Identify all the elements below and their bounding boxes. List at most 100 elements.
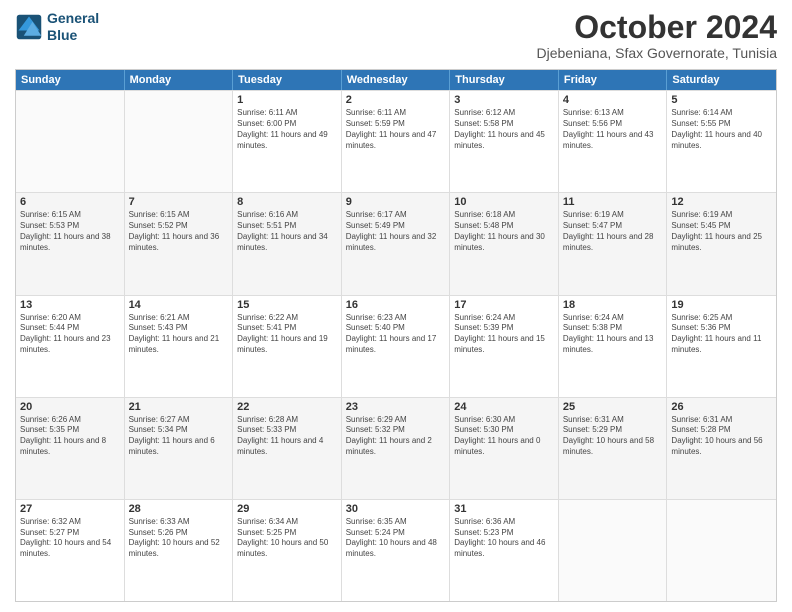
title-block: October 2024 Djebeniana, Sfax Governorat… — [537, 10, 777, 61]
day-number: 31 — [454, 503, 554, 515]
day-number: 26 — [671, 401, 772, 413]
header-day-wednesday: Wednesday — [342, 70, 451, 90]
cell-info: Sunrise: 6:19 AMSunset: 5:47 PMDaylight:… — [563, 210, 663, 253]
cell-info: Sunrise: 6:12 AMSunset: 5:58 PMDaylight:… — [454, 108, 554, 151]
day-number: 12 — [671, 196, 772, 208]
day-number: 1 — [237, 94, 337, 106]
header-day-saturday: Saturday — [667, 70, 776, 90]
cell-info: Sunrise: 6:19 AMSunset: 5:45 PMDaylight:… — [671, 210, 772, 253]
day-number: 17 — [454, 299, 554, 311]
logo-text: General Blue — [47, 10, 99, 44]
day-number: 9 — [346, 196, 446, 208]
cell-info: Sunrise: 6:25 AMSunset: 5:36 PMDaylight:… — [671, 313, 772, 356]
subtitle: Djebeniana, Sfax Governorate, Tunisia — [537, 45, 777, 61]
day-number: 20 — [20, 401, 120, 413]
day-number: 16 — [346, 299, 446, 311]
day-number: 11 — [563, 196, 663, 208]
cal-cell-26: 26 Sunrise: 6:31 AMSunset: 5:28 PMDayligh… — [667, 398, 776, 499]
cal-cell-empty-4-6 — [667, 500, 776, 601]
cal-cell-31: 31Sunrise: 6:36 AMSunset: 5:23 PMDayligh… — [450, 500, 559, 601]
cell-info: Sunrise: 6:15 AMSunset: 5:53 PMDaylight:… — [20, 210, 120, 253]
cell-info: Sunrise: 6:30 AMSunset: 5:30 PMDaylight:… — [454, 415, 554, 458]
week-row-4: 20 Sunrise: 6:26 AMSunset: 5:35 PMDayligh… — [16, 397, 776, 499]
day-number: 30 — [346, 503, 446, 515]
cell-info: Sunrise: 6:13 AMSunset: 5:56 PMDaylight:… — [563, 108, 663, 151]
cal-cell-29: 29Sunrise: 6:34 AMSunset: 5:25 PMDayligh… — [233, 500, 342, 601]
cell-info: Sunrise: 6:14 AMSunset: 5:55 PMDaylight:… — [671, 108, 772, 151]
day-number: 8 — [237, 196, 337, 208]
cal-cell-4: 4 Sunrise: 6:13 AMSunset: 5:56 PMDaylight… — [559, 91, 668, 192]
cell-info: Sunrise: 6:26 AMSunset: 5:35 PMDaylight:… — [20, 415, 120, 458]
cal-cell-empty-0-1 — [125, 91, 234, 192]
day-number: 13 — [20, 299, 120, 311]
cal-cell-15: 15Sunrise: 6:22 AMSunset: 5:41 PMDayligh… — [233, 296, 342, 397]
day-number: 24 — [454, 401, 554, 413]
day-number: 29 — [237, 503, 337, 515]
day-number: 27 — [20, 503, 120, 515]
header-day-thursday: Thursday — [450, 70, 559, 90]
main-title: October 2024 — [537, 10, 777, 45]
day-number: 7 — [129, 196, 229, 208]
cell-info: Sunrise: 6:27 AMSunset: 5:34 PMDaylight:… — [129, 415, 229, 458]
cal-cell-9: 9 Sunrise: 6:17 AMSunset: 5:49 PMDaylight… — [342, 193, 451, 294]
week-row-5: 27 Sunrise: 6:32 AMSunset: 5:27 PMDayligh… — [16, 499, 776, 601]
week-row-2: 6 Sunrise: 6:15 AMSunset: 5:53 PMDaylight… — [16, 192, 776, 294]
day-number: 10 — [454, 196, 554, 208]
calendar: SundayMondayTuesdayWednesdayThursdayFrid… — [15, 69, 777, 602]
cal-cell-22: 22 Sunrise: 6:28 AMSunset: 5:33 PMDayligh… — [233, 398, 342, 499]
cal-cell-13: 13 Sunrise: 6:20 AMSunset: 5:44 PMDayligh… — [16, 296, 125, 397]
cell-info: Sunrise: 6:22 AMSunset: 5:41 PMDaylight:… — [237, 313, 337, 356]
day-number: 18 — [563, 299, 663, 311]
cell-info: Sunrise: 6:15 AMSunset: 5:52 PMDaylight:… — [129, 210, 229, 253]
cal-cell-18: 18 Sunrise: 6:24 AMSunset: 5:38 PMDayligh… — [559, 296, 668, 397]
cell-info: Sunrise: 6:11 AMSunset: 6:00 PMDaylight:… — [237, 108, 337, 151]
header-day-tuesday: Tuesday — [233, 70, 342, 90]
cell-info: Sunrise: 6:21 AMSunset: 5:43 PMDaylight:… — [129, 313, 229, 356]
header-day-sunday: Sunday — [16, 70, 125, 90]
cal-cell-27: 27 Sunrise: 6:32 AMSunset: 5:27 PMDayligh… — [16, 500, 125, 601]
cal-cell-21: 21 Sunrise: 6:27 AMSunset: 5:34 PMDayligh… — [125, 398, 234, 499]
cell-info: Sunrise: 6:29 AMSunset: 5:32 PMDaylight:… — [346, 415, 446, 458]
logo: General Blue — [15, 10, 99, 44]
page: General Blue October 2024 Djebeniana, Sf… — [0, 0, 792, 612]
cal-cell-7: 7 Sunrise: 6:15 AMSunset: 5:52 PMDaylight… — [125, 193, 234, 294]
cal-cell-10: 10 Sunrise: 6:18 AMSunset: 5:48 PMDayligh… — [450, 193, 559, 294]
day-number: 3 — [454, 94, 554, 106]
cell-info: Sunrise: 6:23 AMSunset: 5:40 PMDaylight:… — [346, 313, 446, 356]
day-number: 28 — [129, 503, 229, 515]
day-number: 23 — [346, 401, 446, 413]
cal-cell-3: 3 Sunrise: 6:12 AMSunset: 5:58 PMDaylight… — [450, 91, 559, 192]
calendar-header: SundayMondayTuesdayWednesdayThursdayFrid… — [16, 70, 776, 90]
day-number: 22 — [237, 401, 337, 413]
cal-cell-14: 14 Sunrise: 6:21 AMSunset: 5:43 PMDayligh… — [125, 296, 234, 397]
cell-info: Sunrise: 6:31 AMSunset: 5:28 PMDaylight:… — [671, 415, 772, 458]
cal-cell-empty-0-0 — [16, 91, 125, 192]
cell-info: Sunrise: 6:32 AMSunset: 5:27 PMDaylight:… — [20, 517, 120, 560]
cell-info: Sunrise: 6:17 AMSunset: 5:49 PMDaylight:… — [346, 210, 446, 253]
week-row-3: 13 Sunrise: 6:20 AMSunset: 5:44 PMDayligh… — [16, 295, 776, 397]
cal-cell-25: 25Sunrise: 6:31 AMSunset: 5:29 PMDayligh… — [559, 398, 668, 499]
cell-info: Sunrise: 6:18 AMSunset: 5:48 PMDaylight:… — [454, 210, 554, 253]
header-day-monday: Monday — [125, 70, 234, 90]
day-number: 4 — [563, 94, 663, 106]
logo-line1: General — [47, 10, 99, 26]
cell-info: Sunrise: 6:33 AMSunset: 5:26 PMDaylight:… — [129, 517, 229, 560]
cell-info: Sunrise: 6:28 AMSunset: 5:33 PMDaylight:… — [237, 415, 337, 458]
day-number: 14 — [129, 299, 229, 311]
cal-cell-20: 20 Sunrise: 6:26 AMSunset: 5:35 PMDayligh… — [16, 398, 125, 499]
cal-cell-28: 28 Sunrise: 6:33 AMSunset: 5:26 PMDayligh… — [125, 500, 234, 601]
cell-info: Sunrise: 6:16 AMSunset: 5:51 PMDaylight:… — [237, 210, 337, 253]
day-number: 2 — [346, 94, 446, 106]
cell-info: Sunrise: 6:20 AMSunset: 5:44 PMDaylight:… — [20, 313, 120, 356]
cal-cell-30: 30Sunrise: 6:35 AMSunset: 5:24 PMDayligh… — [342, 500, 451, 601]
cell-info: Sunrise: 6:11 AMSunset: 5:59 PMDaylight:… — [346, 108, 446, 151]
cal-cell-6: 6 Sunrise: 6:15 AMSunset: 5:53 PMDaylight… — [16, 193, 125, 294]
day-number: 6 — [20, 196, 120, 208]
day-number: 25 — [563, 401, 663, 413]
cal-cell-2: 2 Sunrise: 6:11 AMSunset: 5:59 PMDaylight… — [342, 91, 451, 192]
day-number: 21 — [129, 401, 229, 413]
cal-cell-24: 24 Sunrise: 6:30 AMSunset: 5:30 PMDayligh… — [450, 398, 559, 499]
cell-info: Sunrise: 6:24 AMSunset: 5:38 PMDaylight:… — [563, 313, 663, 356]
cal-cell-19: 19Sunrise: 6:25 AMSunset: 5:36 PMDayligh… — [667, 296, 776, 397]
cal-cell-23: 23 Sunrise: 6:29 AMSunset: 5:32 PMDayligh… — [342, 398, 451, 499]
